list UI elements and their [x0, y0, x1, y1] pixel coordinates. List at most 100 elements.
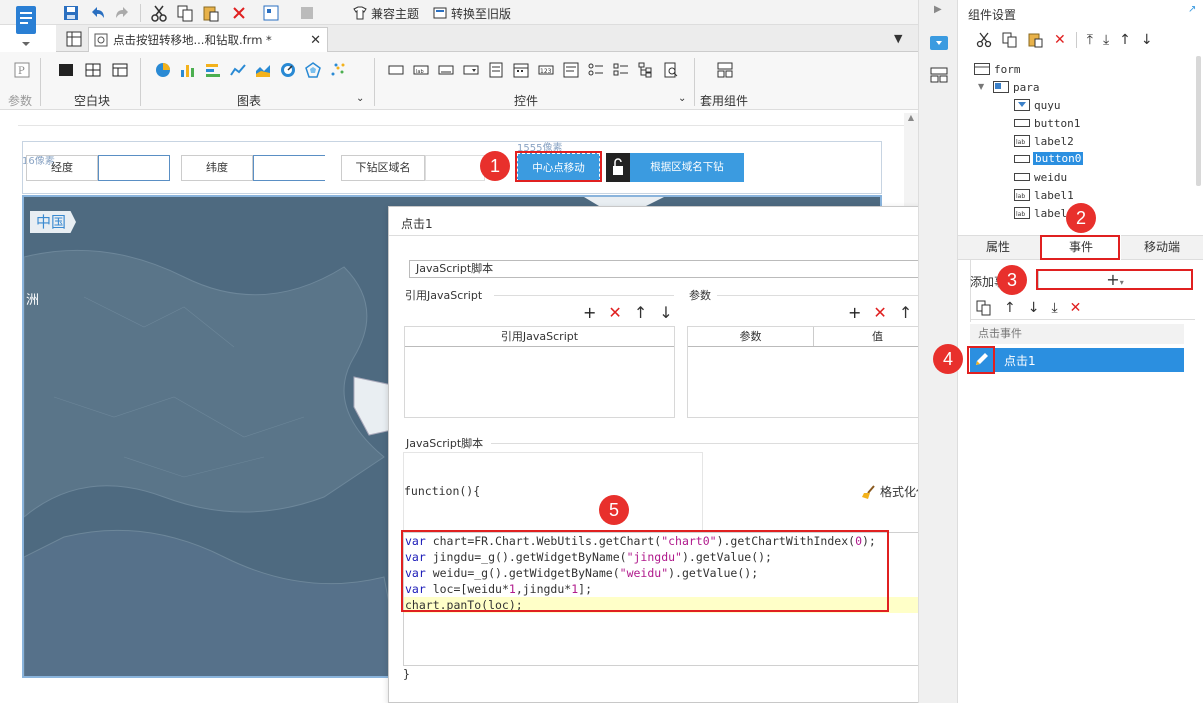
drill-button[interactable]: 根据区域名下钻: [630, 153, 744, 182]
tree-item-label2[interactable]: label2: [1034, 135, 1074, 148]
compat-theme-button[interactable]: 兼容主题: [352, 4, 419, 22]
move-up-icon[interactable]: ↑: [634, 303, 647, 322]
step-badge-1: 1: [480, 151, 510, 181]
textarea-widget-icon[interactable]: [563, 62, 579, 78]
chart-expand-icon[interactable]: ⌄: [356, 93, 364, 104]
params-table[interactable]: 参数 值: [687, 326, 942, 418]
scatter-chart-icon[interactable]: [330, 62, 346, 78]
tab-properties[interactable]: 属性: [958, 235, 1038, 260]
tree-item-para[interactable]: para: [1013, 81, 1040, 94]
app-menu-icon[interactable]: [8, 4, 44, 48]
label-widget-icon[interactable]: lab: [413, 62, 429, 78]
delete-icon[interactable]: ✕: [1054, 32, 1066, 48]
tree-item-quyu[interactable]: quyu: [1034, 99, 1061, 112]
tree-item-button1[interactable]: button1: [1034, 117, 1080, 130]
tab-block-icon[interactable]: [112, 62, 128, 78]
textfield-widget-icon[interactable]: [438, 62, 454, 78]
chart-group-label: 图表: [237, 94, 262, 108]
paste-icon[interactable]: [202, 4, 220, 22]
copy-icon[interactable]: [976, 300, 992, 316]
tree-expand-icon[interactable]: ▼: [978, 82, 984, 91]
move-top-icon[interactable]: ⤒: [1087, 32, 1093, 48]
date-widget-icon[interactable]: [513, 62, 529, 78]
copy-icon[interactable]: [176, 4, 194, 22]
cut-icon[interactable]: [976, 32, 992, 48]
number-widget-icon[interactable]: 123: [538, 62, 554, 78]
redo-icon[interactable]: [114, 4, 132, 22]
map-breadcrumb[interactable]: 中国: [30, 211, 77, 233]
listbox-widget-icon[interactable]: [488, 62, 504, 78]
tree-item-label1[interactable]: label1: [1034, 189, 1074, 202]
delete-icon[interactable]: ✕: [608, 303, 621, 322]
ref-js-table[interactable]: 引用JavaScript: [404, 326, 675, 418]
tree-scrollbar[interactable]: [1196, 56, 1201, 186]
move-up-icon[interactable]: ↑: [1119, 32, 1131, 48]
gauge-chart-icon[interactable]: [280, 62, 296, 78]
copy-icon[interactable]: [1002, 32, 1018, 48]
move-down-icon[interactable]: ↓: [1028, 300, 1040, 316]
close-tab-icon[interactable]: ✕: [310, 33, 321, 48]
checkbox-group-icon[interactable]: [613, 62, 629, 78]
radio-group-icon[interactable]: [588, 62, 604, 78]
tab-mobile[interactable]: 移动端: [1121, 235, 1203, 260]
move-bottom-icon[interactable]: ⤓: [1051, 300, 1057, 316]
delete-icon[interactable]: ✕: [873, 303, 886, 322]
widget-settings-icon[interactable]: [930, 36, 948, 50]
move-up-icon[interactable]: ↑: [899, 303, 912, 322]
param-icon[interactable]: P: [14, 62, 30, 81]
cut-icon[interactable]: [150, 4, 168, 22]
param-col-header: 参数: [688, 327, 814, 346]
bar-chart-icon[interactable]: [180, 62, 196, 78]
add-icon[interactable]: +: [848, 303, 861, 322]
line-chart-icon[interactable]: [230, 62, 246, 78]
grid-icon[interactable]: [66, 31, 82, 50]
hbar-chart-icon[interactable]: [205, 62, 221, 78]
lock-icon[interactable]: [606, 153, 630, 182]
combo-widget-icon[interactable]: [463, 62, 479, 78]
jingdu-input[interactable]: [98, 155, 170, 181]
event-item-click1[interactable]: 点击1: [970, 348, 1184, 372]
absolute-block-icon[interactable]: [58, 62, 74, 78]
collapse-arrow-icon[interactable]: ▶: [934, 4, 942, 15]
tree-item-form[interactable]: form: [994, 63, 1021, 76]
layout-icon[interactable]: [930, 66, 948, 87]
radar-chart-icon[interactable]: [305, 62, 321, 78]
button-widget-icon[interactable]: [388, 62, 404, 78]
search-widget-icon[interactable]: [663, 62, 679, 78]
expand-ribbon-icon[interactable]: ▼: [894, 32, 902, 45]
move-down-icon[interactable]: ↓: [659, 303, 672, 322]
paste-icon[interactable]: [1028, 32, 1044, 48]
split-block-icon[interactable]: [85, 62, 101, 78]
disabled-icon: [298, 4, 316, 22]
script-type-select[interactable]: JavaScript脚本 ⌄: [409, 260, 937, 278]
widget-expand-icon[interactable]: ⌄: [678, 93, 686, 104]
tree-item-label[interactable]: label: [1034, 207, 1067, 220]
tree-widget-icon[interactable]: [638, 62, 654, 78]
weidu-input[interactable]: [253, 155, 325, 181]
scroll-up-icon[interactable]: ▲: [904, 113, 918, 122]
template-icon[interactable]: [262, 4, 280, 22]
area-chart-icon[interactable]: [255, 62, 271, 78]
ref-js-divider: [494, 295, 674, 296]
delete-icon[interactable]: [230, 4, 248, 22]
quyu-combo[interactable]: [425, 155, 485, 181]
undo-icon[interactable]: [88, 4, 106, 22]
tree-item-weidu[interactable]: weidu: [1034, 171, 1067, 184]
delete-icon[interactable]: ✕: [1070, 300, 1082, 316]
move-down-icon[interactable]: ↓: [1141, 32, 1153, 48]
step-badge-4: 4: [933, 344, 963, 374]
move-up-icon[interactable]: ↑: [1004, 300, 1016, 316]
save-icon[interactable]: [62, 4, 80, 22]
function-close: }: [403, 667, 410, 681]
pie-chart-icon[interactable]: [155, 62, 171, 78]
js-script-section-label: JavaScript脚本: [406, 437, 484, 450]
template-widget-icon[interactable]: [717, 62, 733, 81]
add-icon[interactable]: +: [583, 303, 596, 322]
highlight-edit-event: [967, 346, 995, 374]
file-tab[interactable]: 点击按钮转移地...和钻取.frm * ✕: [88, 27, 328, 52]
param-group-label: 参数: [8, 94, 33, 108]
move-bottom-icon[interactable]: ⤓: [1103, 32, 1109, 48]
convert-old-button[interactable]: 转换至旧版: [432, 4, 511, 22]
tree-item-button0[interactable]: button0: [1033, 152, 1084, 165]
panel-arrow-icon[interactable]: ↗: [1188, 4, 1196, 15]
